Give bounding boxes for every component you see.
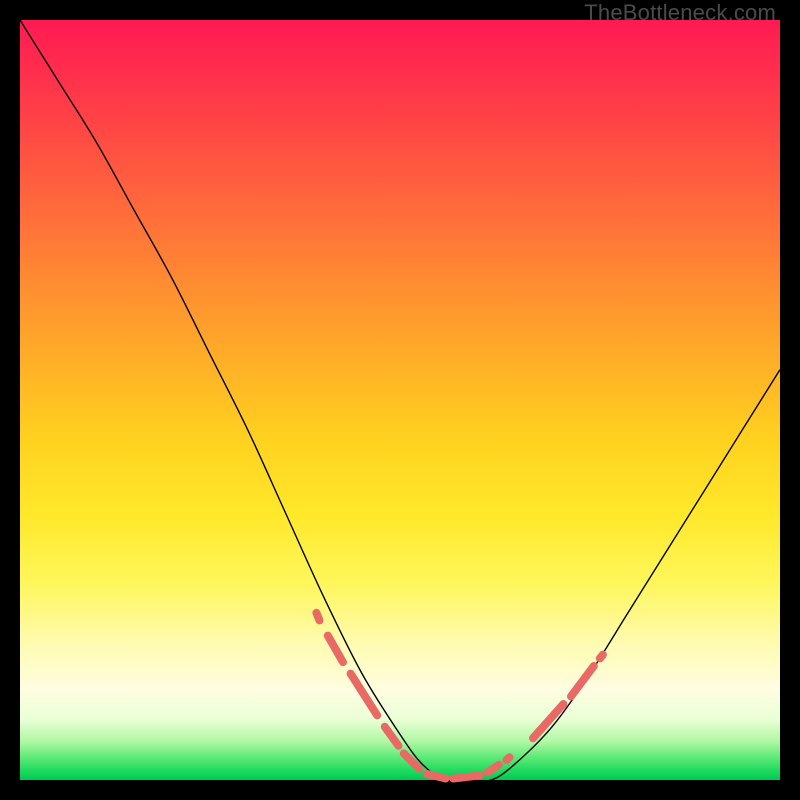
highlight-dash (328, 636, 343, 663)
highlight-dash (487, 765, 498, 773)
highlight-dash (351, 674, 378, 716)
highlight-dash (427, 774, 446, 779)
highlight-dash (316, 613, 319, 621)
plot-area (20, 20, 780, 780)
highlight-dash (506, 757, 509, 760)
highlight-dash (533, 704, 563, 738)
highlight-dash (453, 775, 480, 778)
highlight-dash (571, 666, 594, 696)
optimal-range-markers (316, 613, 603, 779)
curve-svg (20, 20, 780, 780)
highlight-dash (404, 753, 419, 768)
bottleneck-curve (20, 20, 780, 781)
highlight-dash (600, 655, 603, 659)
chart-frame: TheBottleneck.com (0, 0, 800, 800)
